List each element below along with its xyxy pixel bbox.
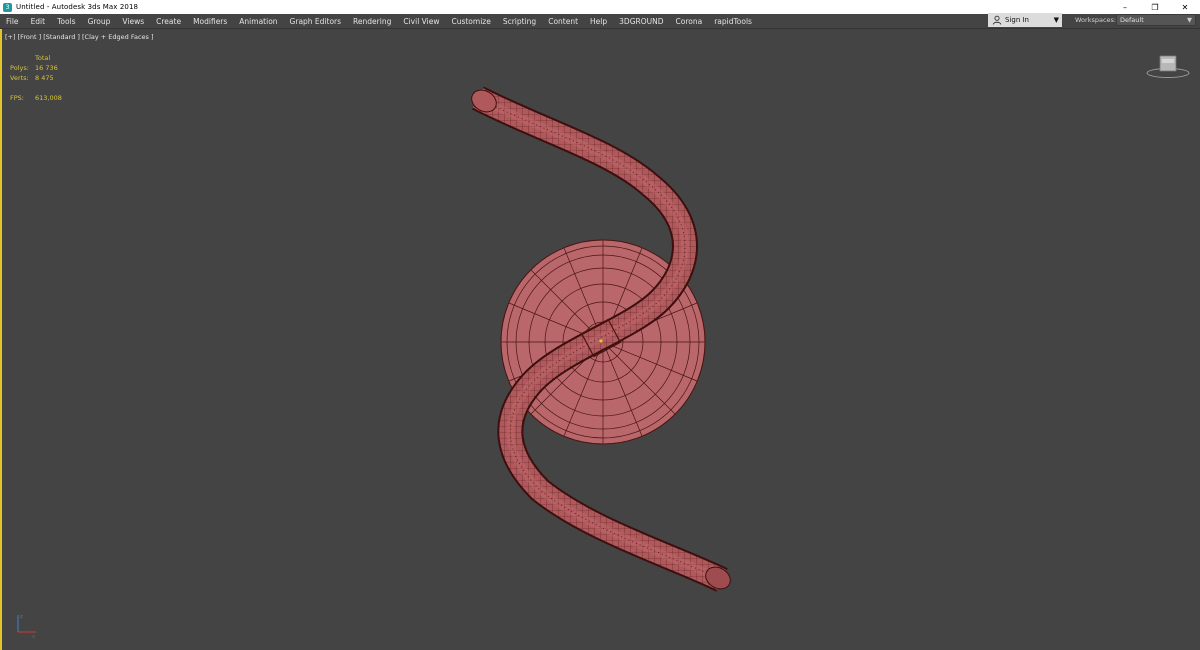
window-title: Untitled - Autodesk 3ds Max 2018 — [16, 3, 139, 11]
menu-civil-view[interactable]: Civil View — [397, 17, 445, 26]
menu-scripting[interactable]: Scripting — [497, 17, 542, 26]
workspaces-select[interactable]: Default ▼ — [1116, 14, 1196, 26]
menu-views[interactable]: Views — [116, 17, 150, 26]
sign-in-dropdown-icon[interactable]: ▼ — [1054, 16, 1059, 24]
sign-in-button[interactable]: Sign In ▼ — [988, 13, 1062, 27]
title-bar: 3 Untitled - Autodesk 3ds Max 2018 – ❐ ✕ — [0, 0, 1200, 14]
menu-edit[interactable]: Edit — [25, 17, 52, 26]
workspaces-label: Workspaces: — [1075, 16, 1117, 24]
viewport-scene[interactable] — [0, 29, 1200, 650]
menu-animation[interactable]: Animation — [233, 17, 283, 26]
window-controls: – ❐ ✕ — [1110, 0, 1200, 14]
menu-corona[interactable]: Corona — [670, 17, 709, 26]
menu-file[interactable]: File — [0, 17, 25, 26]
menu-group[interactable]: Group — [82, 17, 117, 26]
workspaces-value: Default — [1120, 16, 1144, 24]
menu-graph-editors[interactable]: Graph Editors — [284, 17, 348, 26]
minimize-button[interactable]: – — [1110, 0, 1140, 14]
menu-3dground[interactable]: 3DGROUND — [613, 17, 669, 26]
svg-text:x: x — [32, 634, 35, 640]
svg-text:z: z — [20, 614, 23, 620]
restore-button[interactable]: ❐ — [1140, 0, 1170, 14]
user-icon — [992, 15, 1002, 25]
menu-tools[interactable]: Tools — [51, 17, 81, 26]
menu-modifiers[interactable]: Modifiers — [187, 17, 233, 26]
menu-content[interactable]: Content — [542, 17, 584, 26]
menu-help[interactable]: Help — [584, 17, 613, 26]
menu-rendering[interactable]: Rendering — [347, 17, 397, 26]
3ds-max-icon: 3 — [3, 2, 12, 12]
chevron-down-icon: ▼ — [1187, 16, 1192, 24]
menu-rapidtools[interactable]: rapidTools — [708, 17, 758, 26]
sign-in-label: Sign In — [1005, 16, 1029, 24]
menu-customize[interactable]: Customize — [445, 17, 496, 26]
close-button[interactable]: ✕ — [1170, 0, 1200, 14]
axis-tripod-icon: z x — [17, 614, 36, 640]
menu-create[interactable]: Create — [150, 17, 187, 26]
